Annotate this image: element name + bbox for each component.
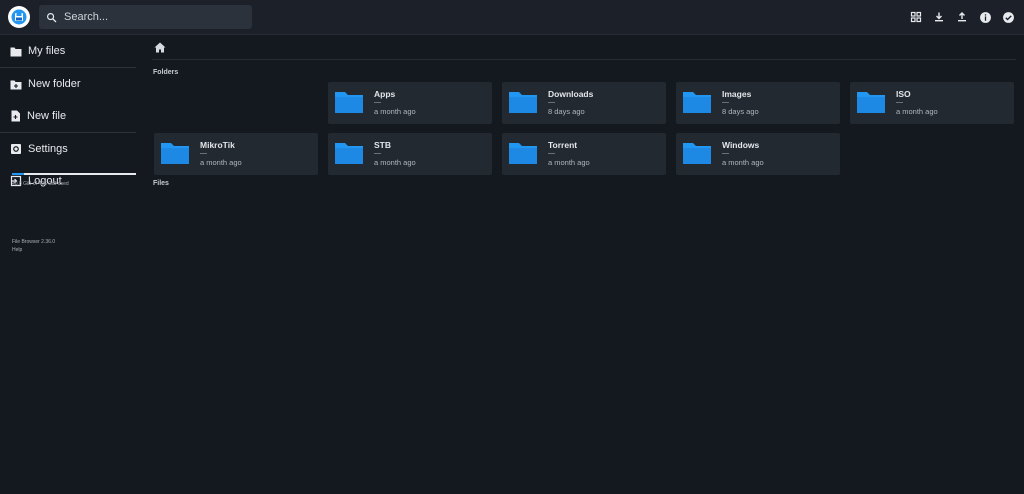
search-icon — [47, 12, 57, 22]
header-actions — [908, 9, 1016, 25]
sidebar-item-settings[interactable]: Settings — [0, 133, 136, 165]
storage-usage-fill — [12, 173, 25, 175]
folder-icon — [161, 143, 189, 164]
select-check-icon — [1002, 11, 1014, 23]
folder-size: — — [722, 99, 729, 106]
folder-size: — — [548, 99, 555, 106]
folder-modified: 8 days ago — [722, 107, 759, 116]
help-link[interactable]: Help — [12, 246, 55, 254]
folder-icon — [683, 92, 711, 113]
new-file-icon — [11, 110, 20, 122]
folder-card[interactable]: MikroTik — a month ago — [154, 133, 318, 175]
sidebar-item-new-folder[interactable]: New folder — [0, 68, 136, 100]
floppy-logo-icon — [11, 9, 27, 25]
folder-name: Windows — [722, 140, 760, 150]
folder-size: — — [374, 99, 381, 106]
folder-card[interactable]: ISO — a month ago — [850, 82, 1014, 124]
folder-icon — [509, 92, 537, 113]
info-icon — [979, 11, 991, 23]
folders-heading: Folders — [153, 69, 179, 76]
folder-name: Apps — [374, 89, 396, 99]
folder-modified: a month ago — [200, 158, 242, 167]
settings-icon — [11, 144, 21, 154]
folder-icon — [10, 47, 22, 56]
folder-modified: a month ago — [374, 158, 416, 167]
folder-name: MikroTik — [200, 140, 235, 150]
folder-card[interactable]: Torrent — a month ago — [502, 133, 666, 175]
new-folder-icon — [10, 80, 22, 89]
grid-view-icon — [910, 11, 922, 23]
folder-icon — [857, 92, 885, 113]
folder-icon — [335, 143, 363, 164]
folder-size: — — [548, 150, 555, 157]
folder-card[interactable]: Apps — a month ago — [328, 82, 492, 124]
info-button[interactable] — [977, 9, 993, 25]
main-content: Folders Apps — a month ago Downloads —8 days… — [152, 35, 1016, 187]
upload-button[interactable] — [954, 9, 970, 25]
search-box[interactable] — [39, 5, 252, 29]
folder-name: ISO — [896, 89, 911, 99]
search-input[interactable] — [62, 10, 246, 24]
folder-modified: a month ago — [374, 107, 416, 116]
sidebar-item-label: My files — [28, 45, 66, 57]
home-icon[interactable] — [154, 42, 166, 53]
storage-usage-bar — [12, 173, 136, 175]
folder-size: — — [200, 150, 207, 157]
sidebar-item-my-files[interactable]: My files — [0, 35, 136, 67]
folder-card[interactable]: STB — a month ago — [328, 133, 492, 175]
sidebar-item-label: New folder — [28, 78, 81, 90]
folder-name: Images — [722, 89, 752, 99]
download-button[interactable] — [931, 9, 947, 25]
folder-card[interactable]: Images —8 days ago — [676, 82, 840, 124]
version-link[interactable]: File Browser 2.36.0 — [12, 238, 55, 246]
sidebar-item-label: New file — [27, 110, 67, 122]
folder-modified: a month ago — [548, 158, 590, 167]
folder-modified: a month ago — [896, 107, 938, 116]
folder-size: — — [722, 150, 729, 157]
folder-modified: a month ago — [722, 158, 764, 167]
storage-usage: 40.8 GiB of 406 GiB used — [12, 173, 136, 187]
folder-size: — — [896, 99, 903, 106]
grid-view-button[interactable] — [908, 9, 924, 25]
sidebar-item-label: Settings — [28, 143, 68, 155]
folder-icon — [683, 143, 711, 164]
folder-card[interactable]: Downloads —8 days ago — [502, 82, 666, 124]
sidebar-item-new-file[interactable]: New file — [0, 100, 136, 132]
folder-icon — [509, 143, 537, 164]
header — [0, 0, 1024, 35]
upload-icon — [958, 12, 966, 22]
folder-size: — — [374, 150, 381, 157]
app-logo[interactable] — [8, 6, 30, 28]
storage-usage-text: 40.8 GiB of 406 GiB used — [12, 181, 69, 187]
breadcrumb — [152, 35, 1016, 60]
folder-name: Torrent — [548, 140, 578, 150]
folder-modified: 8 days ago — [548, 107, 585, 116]
credits: File Browser 2.36.0 Help — [12, 238, 55, 254]
files-heading: Files — [153, 180, 169, 187]
download-icon — [935, 12, 943, 22]
folder-card[interactable]: Windows — a month ago — [676, 133, 840, 175]
folder-name: STB — [374, 140, 391, 150]
folder-icon — [335, 92, 363, 113]
select-button[interactable] — [1000, 9, 1016, 25]
folder-name: Downloads — [548, 89, 594, 99]
